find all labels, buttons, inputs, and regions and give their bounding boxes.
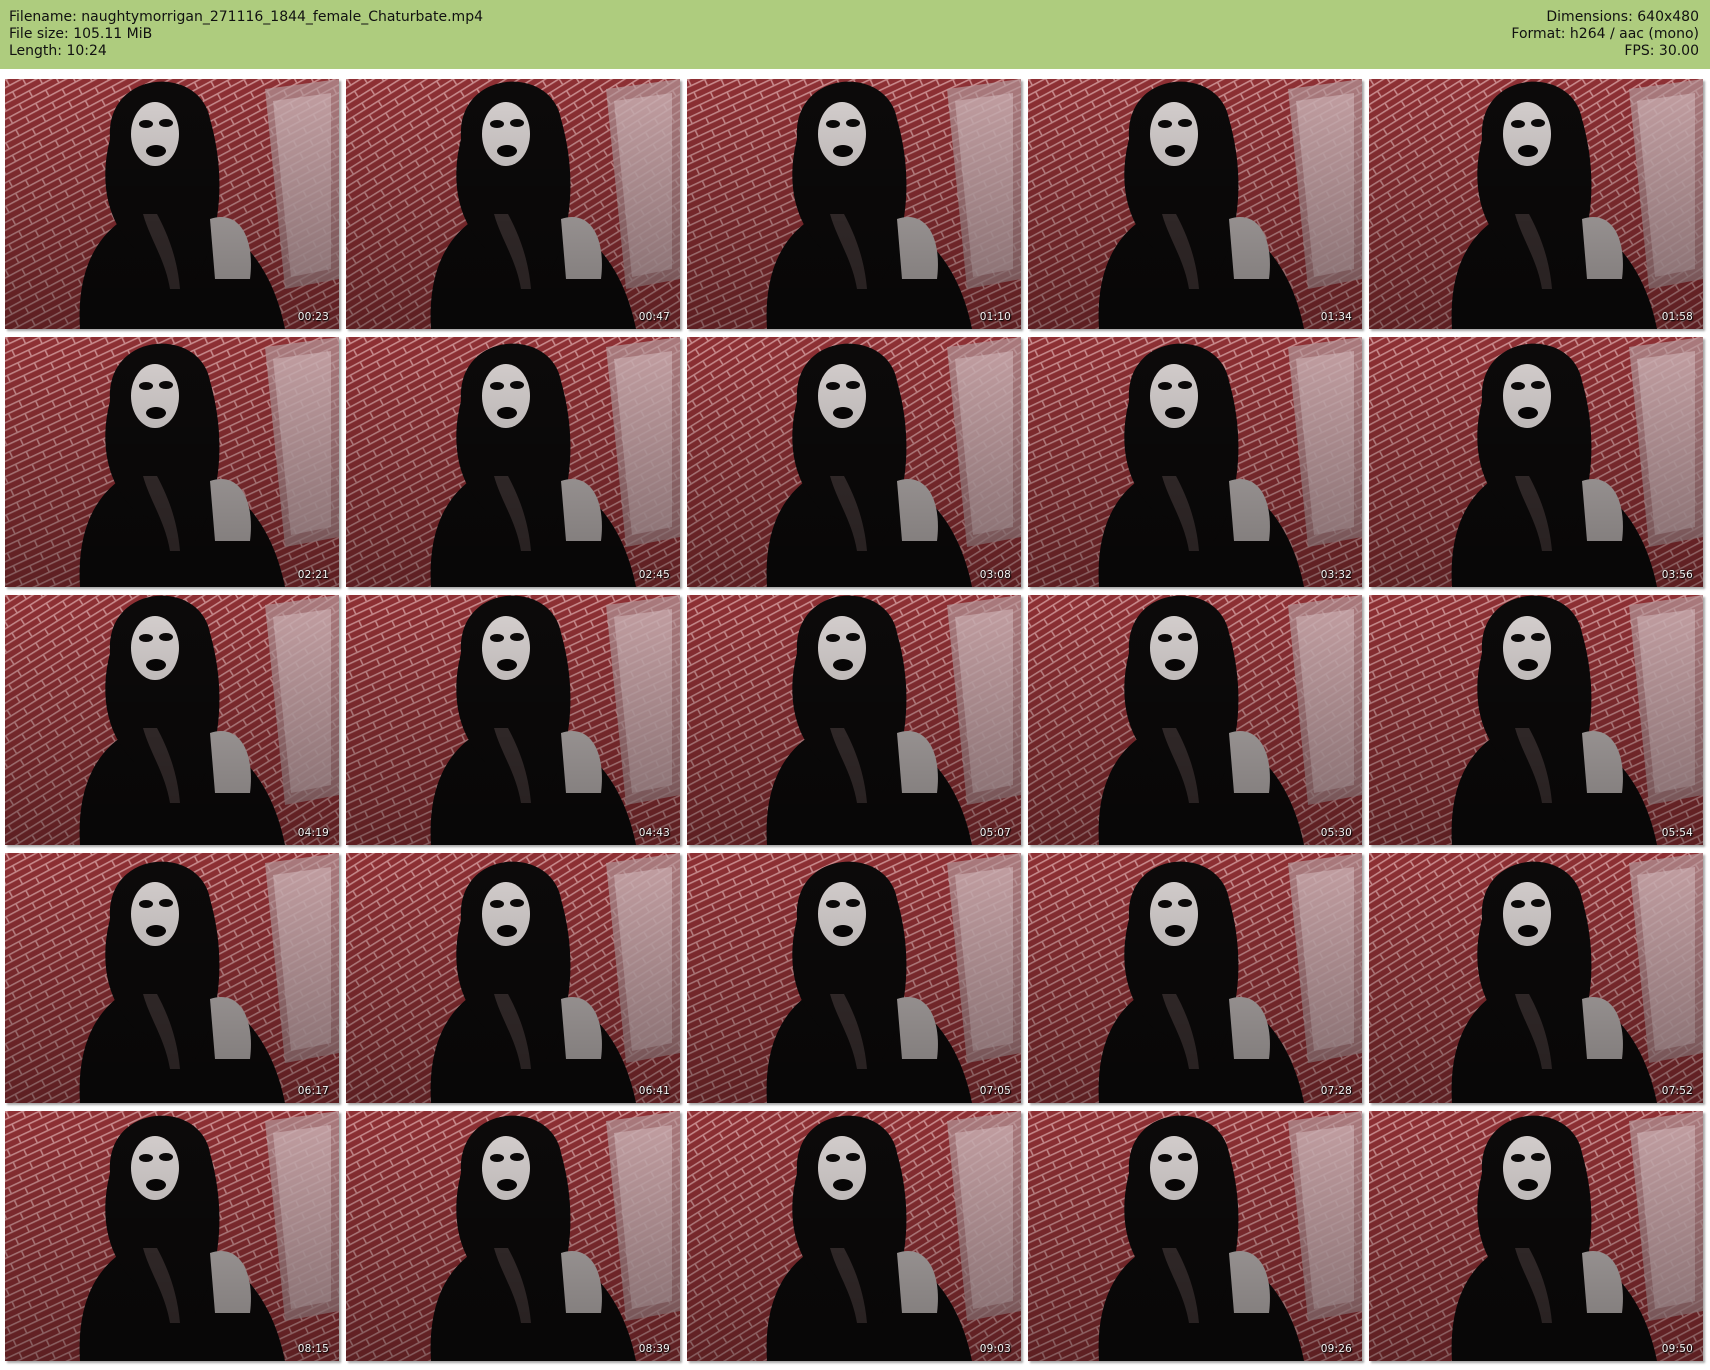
video-thumbnail: 04:43 <box>346 595 680 845</box>
thumbnail-timestamp: 05:07 <box>979 827 1011 839</box>
video-frame <box>1028 1111 1362 1361</box>
video-frame <box>1028 337 1362 587</box>
thumbnail-timestamp: 07:52 <box>1661 1085 1693 1097</box>
video-frame <box>687 595 1021 845</box>
video-frame <box>1369 1111 1703 1361</box>
video-frame <box>687 853 1021 1103</box>
video-thumbnail: 01:10 <box>687 79 1021 329</box>
video-frame <box>687 79 1021 329</box>
dimensions-text: Dimensions: 640x480 <box>1546 9 1699 25</box>
thumbnail-timestamp: 08:15 <box>297 1343 329 1355</box>
video-thumbnail: 09:26 <box>1028 1111 1362 1361</box>
thumbnail-timestamp: 00:47 <box>638 311 670 323</box>
video-frame <box>346 79 680 329</box>
stream-info: Dimensions: 640x480 Format: h264 / aac (… <box>1511 9 1699 60</box>
thumbnail-timestamp: 06:17 <box>297 1085 329 1097</box>
video-frame <box>5 853 339 1103</box>
thumbnail-timestamp: 09:26 <box>1320 1343 1352 1355</box>
video-frame <box>1369 595 1703 845</box>
video-frame <box>346 1111 680 1361</box>
video-frame <box>687 1111 1021 1361</box>
thumbnail-timestamp: 03:32 <box>1320 569 1352 581</box>
thumbnail-timestamp: 05:54 <box>1661 827 1693 839</box>
video-thumbnail: 08:39 <box>346 1111 680 1361</box>
video-frame <box>346 337 680 587</box>
video-thumbnail: 05:30 <box>1028 595 1362 845</box>
video-thumbnail: 02:21 <box>5 337 339 587</box>
video-thumbnail: 07:05 <box>687 853 1021 1103</box>
video-frame <box>5 1111 339 1361</box>
thumbnail-timestamp: 09:50 <box>1661 1343 1693 1355</box>
thumbnail-timestamp: 01:34 <box>1320 311 1352 323</box>
thumbnail-timestamp: 01:10 <box>979 311 1011 323</box>
thumbnail-timestamp: 02:21 <box>297 569 329 581</box>
video-thumbnail: 03:32 <box>1028 337 1362 587</box>
video-thumbnail: 08:15 <box>5 1111 339 1361</box>
fps-text: FPS: 30.00 <box>1624 43 1699 59</box>
format-text: Format: h264 / aac (mono) <box>1511 26 1699 42</box>
thumbnail-timestamp: 04:19 <box>297 827 329 839</box>
video-thumbnail: 00:47 <box>346 79 680 329</box>
thumbnail-timestamp: 06:41 <box>638 1085 670 1097</box>
video-thumbnail: 01:34 <box>1028 79 1362 329</box>
video-frame <box>346 853 680 1103</box>
video-thumbnail: 06:41 <box>346 853 680 1103</box>
video-thumbnail: 03:08 <box>687 337 1021 587</box>
filename-text: Filename: naughtymorrigan_271116_1844_fe… <box>9 9 483 25</box>
video-thumbnail: 09:03 <box>687 1111 1021 1361</box>
filesize-text: File size: 105.11 MiB <box>9 26 153 42</box>
length-text: Length: 10:24 <box>9 43 107 59</box>
video-thumbnail: 07:28 <box>1028 853 1362 1103</box>
thumbnail-timestamp: 03:08 <box>979 569 1011 581</box>
thumbnail-timestamp: 04:43 <box>638 827 670 839</box>
thumbnail-timestamp: 00:23 <box>297 311 329 323</box>
thumbnail-grid: 00:23 00:47 01:10 01:34 01:58 02:21 02:4… <box>5 79 1703 1361</box>
video-thumbnail: 03:56 <box>1369 337 1703 587</box>
video-thumbnail: 07:52 <box>1369 853 1703 1103</box>
thumbnail-timestamp: 05:30 <box>1320 827 1352 839</box>
video-frame <box>346 595 680 845</box>
video-frame <box>1369 337 1703 587</box>
thumbnail-timestamp: 08:39 <box>638 1343 670 1355</box>
info-header: Filename: naughtymorrigan_271116_1844_fe… <box>0 0 1710 69</box>
thumbnail-timestamp: 07:05 <box>979 1085 1011 1097</box>
video-thumbnail: 09:50 <box>1369 1111 1703 1361</box>
file-info: Filename: naughtymorrigan_271116_1844_fe… <box>9 9 483 60</box>
video-frame <box>1028 853 1362 1103</box>
thumbnail-timestamp: 01:58 <box>1661 311 1693 323</box>
video-frame <box>1028 595 1362 845</box>
video-thumbnail: 02:45 <box>346 337 680 587</box>
video-frame <box>687 337 1021 587</box>
video-thumbnail: 01:58 <box>1369 79 1703 329</box>
thumbnail-timestamp: 02:45 <box>638 569 670 581</box>
video-frame <box>5 337 339 587</box>
video-frame <box>1369 79 1703 329</box>
video-thumbnail: 05:54 <box>1369 595 1703 845</box>
video-thumbnail: 04:19 <box>5 595 339 845</box>
thumbnail-timestamp: 03:56 <box>1661 569 1693 581</box>
video-frame <box>1028 79 1362 329</box>
video-thumbnail: 06:17 <box>5 853 339 1103</box>
video-thumbnail: 00:23 <box>5 79 339 329</box>
thumbnail-timestamp: 09:03 <box>979 1343 1011 1355</box>
video-frame <box>1369 853 1703 1103</box>
video-frame <box>5 595 339 845</box>
video-thumbnail: 05:07 <box>687 595 1021 845</box>
video-frame <box>5 79 339 329</box>
thumbnail-timestamp: 07:28 <box>1320 1085 1352 1097</box>
